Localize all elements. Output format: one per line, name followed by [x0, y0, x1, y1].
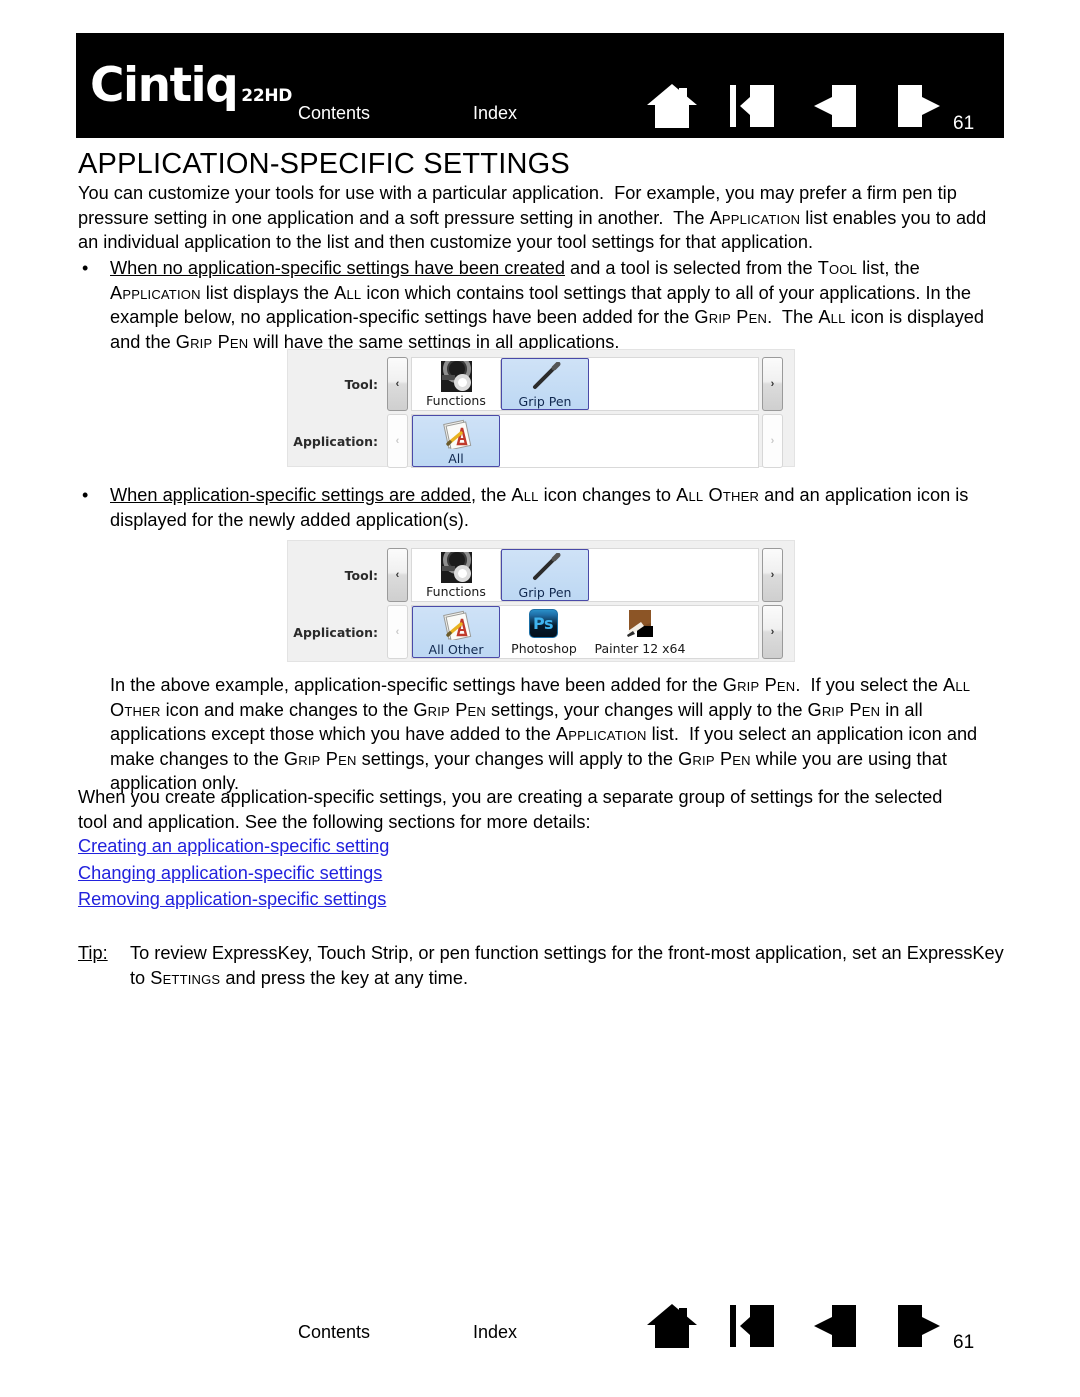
bullet-item-2-text: When application-specific settings are a…	[110, 485, 969, 530]
tool-scroll-left-button[interactable]: ‹	[387, 548, 408, 602]
application-row: Application: ‹ All Other Ps Photoshop Pa…	[293, 605, 786, 659]
application-scroll-right-button[interactable]: ›	[762, 605, 783, 659]
application-item-label: All Other	[428, 642, 484, 657]
tool-item-functions[interactable]: Functions	[412, 549, 500, 601]
bullet-marker: •	[82, 258, 89, 278]
tool-scroll-right-button[interactable]: ›	[762, 357, 783, 411]
intro-paragraph: You can customize your tools for use wit…	[78, 183, 987, 253]
next-page-icon[interactable]	[892, 83, 944, 129]
previous-page-icon[interactable]	[810, 1303, 862, 1349]
header-contents-link[interactable]: Contents	[298, 103, 370, 124]
bullet-2-lead: When application-specific settings are a…	[110, 485, 471, 505]
tool-row: Tool: ‹ Functions Grip Pen ›	[296, 548, 786, 602]
previous-page-icon[interactable]	[810, 83, 862, 129]
header-index-link[interactable]: Index	[473, 103, 517, 124]
tool-item-label: Functions	[426, 393, 486, 408]
page-title: APPLICATION-SPECIFIC SETTINGS	[78, 148, 570, 180]
application-row: Application: ‹ All ›	[293, 414, 786, 468]
application-scroll-left-button[interactable]: ‹	[387, 605, 408, 659]
tip-block: Tip: To review ExpressKey, Touch Strip, …	[78, 941, 1006, 990]
tool-item-grip-pen[interactable]: Grip Pen	[501, 549, 589, 601]
tool-row: Tool: ‹ Functions Grip Pen ›	[296, 357, 786, 411]
grip-pen-icon	[530, 361, 561, 393]
tool-item-label: Functions	[426, 584, 486, 599]
tool-row-label: Tool:	[344, 567, 378, 583]
tool-item-functions[interactable]: Functions	[412, 358, 500, 410]
application-item-label: Painter 12 x64	[594, 641, 686, 656]
all-other-applications-icon	[441, 610, 472, 642]
header-nav-icons	[646, 83, 944, 129]
bullet-item-1: • When no application-specific settings …	[78, 256, 1006, 354]
application-row-label: Application:	[293, 433, 378, 449]
next-page-icon[interactable]	[892, 1303, 944, 1349]
link-creating-application-specific-setting[interactable]: Creating an application-specific setting	[78, 833, 389, 860]
tool-application-panel-1: Tool: ‹ Functions Grip Pen › Application…	[287, 349, 795, 468]
tip-text: To review ExpressKey, Touch Strip, or pe…	[130, 943, 1004, 988]
application-item-all-other[interactable]: All Other	[412, 606, 500, 658]
tool-scroll-right-button[interactable]: ›	[762, 548, 783, 602]
tool-application-panel-2: Tool: ‹ Functions Grip Pen › Application…	[287, 540, 795, 662]
footer-index-link[interactable]: Index	[473, 1322, 517, 1343]
cintiq-logo: Cintiq 22HD	[90, 62, 300, 109]
application-scroll-left-button[interactable]: ‹	[387, 414, 408, 468]
footer-nav-icons	[646, 1303, 944, 1349]
bullet-1-lead: When no application-specific settings ha…	[110, 258, 565, 278]
tool-row-label: Tool:	[344, 376, 378, 392]
bullet-item-2: • When application-specific settings are…	[78, 483, 1006, 532]
bullet-marker: •	[82, 485, 89, 505]
all-applications-icon	[441, 419, 472, 451]
application-row-label: Application:	[293, 624, 378, 640]
photoshop-icon: Ps	[528, 609, 560, 640]
related-links: Creating an application-specific setting…	[78, 833, 389, 913]
back-to-start-icon[interactable]	[728, 1303, 780, 1349]
application-item-all[interactable]: All	[412, 415, 500, 467]
back-to-start-icon[interactable]	[728, 83, 780, 129]
paragraph-settings-group: When you create application-specific set…	[78, 787, 943, 832]
footer-contents-link[interactable]: Contents	[298, 1322, 370, 1343]
bullet-item-1-text: When no application-specific settings ha…	[110, 258, 985, 352]
paragraph-after-panel-2: In the above example, application-specif…	[110, 675, 978, 794]
link-removing-application-specific-settings[interactable]: Removing application-specific settings	[78, 886, 389, 913]
home-icon[interactable]	[646, 1303, 698, 1349]
functions-icon	[440, 552, 472, 583]
tool-item-label: Grip Pen	[518, 394, 572, 409]
footer-page-number: 61	[953, 1332, 975, 1353]
tool-item-grip-pen[interactable]: Grip Pen	[501, 358, 589, 410]
page-header: Cintiq 22HD Contents Index 61	[76, 33, 1004, 138]
application-item-label: Photoshop	[511, 641, 577, 656]
header-page-number: 61	[953, 113, 975, 134]
link-changing-application-specific-settings[interactable]: Changing application-specific settings	[78, 860, 389, 887]
logo-brand-text: Cintiq	[90, 58, 239, 113]
application-scroll-right-button[interactable]: ›	[762, 414, 783, 468]
application-item-label: All	[448, 451, 464, 466]
tool-scroll-left-button[interactable]: ‹	[387, 357, 408, 411]
home-icon[interactable]	[646, 83, 698, 129]
logo-model-text: 22HD	[241, 86, 293, 106]
grip-pen-icon	[530, 552, 561, 584]
painter-icon	[625, 609, 656, 640]
functions-icon	[440, 361, 472, 392]
tool-list-strip[interactable]: Functions Grip Pen	[411, 357, 759, 411]
tool-list-strip[interactable]: Functions Grip Pen	[411, 548, 759, 602]
application-item-photoshop[interactable]: Ps Photoshop	[500, 606, 588, 658]
application-list-strip[interactable]: All	[411, 414, 759, 468]
tip-label: Tip:	[78, 943, 108, 963]
application-list-strip[interactable]: All Other Ps Photoshop Painter 12 x64	[411, 605, 759, 659]
tool-item-label: Grip Pen	[518, 585, 572, 600]
application-item-painter[interactable]: Painter 12 x64	[588, 606, 692, 658]
